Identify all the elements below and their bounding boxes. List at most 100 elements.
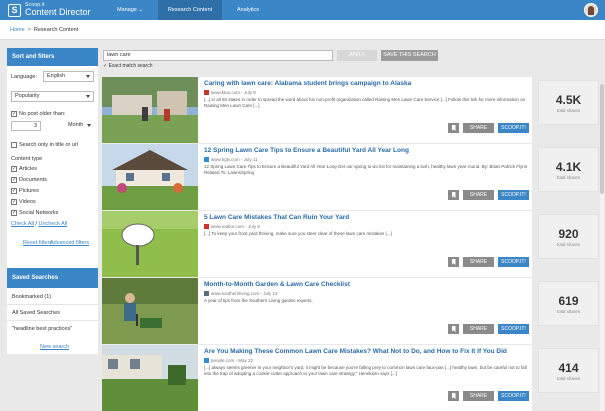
breadcrumb-home-link[interactable]: Home [10,27,25,33]
result-thumbnail[interactable] [102,77,198,143]
bookmarked-item[interactable]: Bookmarked (1) [12,294,51,300]
share-count-label: total shares [556,242,581,247]
type-pictures-label: Pictures [19,188,39,194]
exact-match-toggle[interactable]: ✓ Exact match search [103,63,153,69]
share-count: 4.5K [555,93,582,107]
type-documents-label: Documents [19,177,47,183]
result-source: www.southernliving.com - July 13 [204,291,278,296]
nav-research-content[interactable]: Research Content [158,0,222,20]
chevron-down-icon [86,75,90,78]
result-title[interactable]: Are You Making These Common Lawn Care Mi… [204,348,524,355]
all-saved-searches-item[interactable]: All Saved Searches [12,310,60,316]
bookmark-button[interactable] [448,324,459,334]
saved-search-item[interactable]: "headline best practices" [12,326,72,332]
result-card: Are You Making These Common Lawn Care Mi… [102,345,532,411]
uncheck-all-link[interactable]: Uncheck All [39,221,68,227]
apply-button[interactable]: APPLY [337,50,377,61]
check-all-link[interactable]: Check All [11,221,34,227]
divider [7,304,98,305]
scoopit-button[interactable]: SCOOP.IT! [498,324,529,334]
results-scrollbar[interactable] [600,84,604,411]
breadcrumb: Home > Research Content [0,20,605,40]
share-button[interactable]: SHARE [463,190,494,200]
share-button[interactable]: SHARE [463,123,494,133]
scoopit-button[interactable]: SCOOP.IT! [498,257,529,267]
save-search-button[interactable]: SAVE THIS SEARCH [381,50,438,61]
type-articles-checkbox[interactable]: ✓ [11,166,17,172]
bookmark-button[interactable] [448,391,459,401]
no-post-older-checkbox[interactable]: ✓ [11,111,17,117]
bookmark-button[interactable] [448,123,459,133]
bookmark-button[interactable] [448,257,459,267]
result-source: www.hgtv.com - July 11 [204,157,258,162]
divider [7,320,98,321]
filters-panel: Sort and filters Language: English Popul… [7,48,98,268]
content-type-label: Content type [11,156,43,162]
type-social-label: Social Networks [19,210,59,216]
result-thumbnail[interactable] [102,278,198,344]
share-count-label: total shares [556,309,581,314]
result-snippet: [...] always seems greener in your neigh… [204,365,527,376]
share-button[interactable]: SHARE [463,257,494,267]
share-count-box: 619 total shares [538,281,599,326]
scoopit-button[interactable]: SCOOP.IT! [498,391,529,401]
result-title[interactable]: 5 Lawn Care Mistakes That Can Ruin Your … [204,214,524,221]
breadcrumb-separator: > [27,27,31,33]
breadcrumb-current: Research Content [33,27,79,33]
source-favicon-icon [204,358,209,363]
check-toggle-links: Check All / Uncheck All [11,221,67,227]
result-source-text: www.realtor.com - July 9 [211,224,260,229]
title-url-checkbox[interactable] [11,142,17,148]
result-title[interactable]: Caring with lawn care: Alabama student b… [204,80,524,87]
bookmark-button[interactable] [448,190,459,200]
type-articles-label: Articles [19,166,38,172]
share-button[interactable]: SHARE [463,391,494,401]
share-count: 4.1K [555,160,582,174]
type-pictures-checkbox[interactable]: ✓ [11,188,17,194]
app-logo[interactable]: S Scoop.it Content Director [8,2,94,19]
share-count-box: 4.1K total shares [538,147,599,192]
result-title[interactable]: Month-to-Month Garden & Lawn Care Checkl… [204,281,524,288]
age-unit-value: Month [68,122,84,128]
age-unit-select[interactable]: Month [65,121,94,132]
result-source: people.com - May 22 [204,358,253,363]
result-source: www.ktuu.com - July 8 [204,90,256,95]
result-snippet: [...] To keep your front yard thriving, … [204,231,392,236]
language-select[interactable]: English [43,71,94,82]
language-select-value: English [47,73,66,79]
type-videos-checkbox[interactable]: ✓ [11,199,17,205]
new-search-link[interactable]: New search [40,344,69,350]
advanced-filters-link[interactable]: Advanced filters [50,240,89,246]
share-count-box: 4.5K total shares [538,80,599,125]
sort-select-value: Popularity [15,93,40,99]
title-url-label: Search only in title or url [19,142,78,148]
result-thumbnail[interactable] [102,345,198,411]
chevron-down-icon [86,95,90,98]
nav-analytics[interactable]: Analytics [224,0,272,20]
reset-filters-link[interactable]: Reset filters [23,240,52,246]
nav-manage[interactable]: Manage ⌄ [104,0,156,20]
source-favicon-icon [204,224,209,229]
share-button[interactable]: SHARE [463,324,494,334]
exact-match-label: Exact match search [108,63,153,69]
no-post-older-label: No post older than: [19,111,66,117]
language-label: Language: [11,74,37,80]
result-thumbnail[interactable] [102,144,198,210]
result-thumbnail[interactable] [102,211,198,277]
type-documents-checkbox[interactable]: ✓ [11,177,17,183]
result-source-text: www.hgtv.com - July 11 [211,157,258,162]
scrollbar-thumb[interactable] [600,84,604,194]
scoopit-button[interactable]: SCOOP.IT! [498,123,529,133]
scoopit-button[interactable]: SCOOP.IT! [498,190,529,200]
type-social-checkbox[interactable]: ✓ [11,210,17,216]
sort-select[interactable]: Popularity [11,91,94,102]
result-card: 5 Lawn Care Mistakes That Can Ruin Your … [102,211,532,277]
chevron-down-icon [87,124,91,127]
age-number-input[interactable]: 3 [11,121,41,131]
share-count-box: 920 total shares [538,214,599,259]
type-videos-label: Videos [19,199,36,205]
source-favicon-icon [204,291,209,296]
result-title[interactable]: 12 Spring Lawn Care Tips to Ensure a Bea… [204,147,524,154]
user-avatar[interactable] [584,3,598,17]
search-input[interactable]: lawn care [103,50,333,61]
